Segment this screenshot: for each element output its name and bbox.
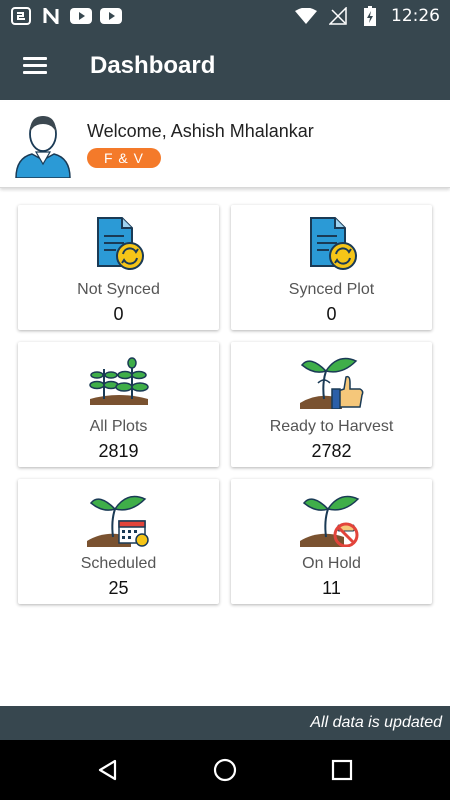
card-value: 25 (108, 578, 129, 598)
hamburger-menu-icon (23, 57, 47, 75)
app-notification-icon (10, 7, 32, 25)
card-label: Synced Plot (288, 281, 375, 298)
status-system: 12:26 (295, 6, 440, 26)
avatar (14, 112, 72, 179)
youtube-icon (100, 7, 122, 25)
recents-icon (331, 759, 352, 781)
card-value: 0 (326, 304, 337, 324)
user-avatar-icon (15, 115, 71, 179)
card-value: 2782 (311, 441, 352, 461)
document-sync-icon (305, 213, 359, 275)
sync-status-bar: All data is updated (0, 706, 450, 740)
sprout-calendar-icon (86, 487, 151, 549)
youtube-icon (70, 7, 92, 25)
sync-status-text: All data is updated (310, 714, 442, 731)
role-badge: F & V (87, 148, 161, 168)
sprout-thumbs-up-icon (299, 350, 364, 412)
home-button[interactable] (200, 745, 250, 795)
document-sync-icon (92, 213, 146, 275)
card-on-hold[interactable]: On Hold 11 (231, 479, 432, 604)
sprout-prohibited-icon (299, 487, 364, 549)
card-label: Ready to Harvest (269, 418, 394, 435)
welcome-text: Welcome, Ashish Mhalankar (87, 121, 314, 141)
menu-button[interactable] (0, 32, 70, 100)
card-not-synced[interactable]: Not Synced 0 (18, 205, 219, 330)
profile-header: Welcome, Ashish Mhalankar F & V (0, 102, 450, 188)
card-label: Scheduled (80, 555, 157, 572)
battery-charging-icon (359, 6, 381, 26)
plants-icon (88, 350, 150, 412)
card-synced-plot[interactable]: Synced Plot 0 (231, 205, 432, 330)
n-icon (40, 7, 62, 25)
no-signal-icon (327, 7, 349, 25)
status-notifications (10, 7, 122, 25)
card-value: 0 (113, 304, 124, 324)
back-button[interactable] (83, 745, 133, 795)
home-icon (213, 758, 237, 782)
card-ready-to-harvest[interactable]: Ready to Harvest 2782 (231, 342, 432, 467)
card-value: 2819 (98, 441, 139, 461)
card-label: All Plots (89, 418, 148, 435)
card-label: On Hold (302, 555, 361, 572)
dashboard-grid: Not Synced 0 Synced Plot 0 All Plots 281… (18, 205, 432, 604)
card-scheduled[interactable]: Scheduled 25 (18, 479, 219, 604)
clock: 12:26 (391, 6, 440, 26)
app-bar: Dashboard (0, 32, 450, 100)
card-all-plots[interactable]: All Plots 2819 (18, 342, 219, 467)
back-icon (99, 759, 117, 781)
card-value: 11 (322, 578, 341, 598)
wifi-icon (295, 7, 317, 25)
system-nav-bar (0, 740, 450, 800)
recents-button[interactable] (317, 745, 367, 795)
card-label: Not Synced (77, 281, 160, 298)
status-bar: 12:26 (0, 0, 450, 32)
page-title: Dashboard (90, 52, 216, 79)
